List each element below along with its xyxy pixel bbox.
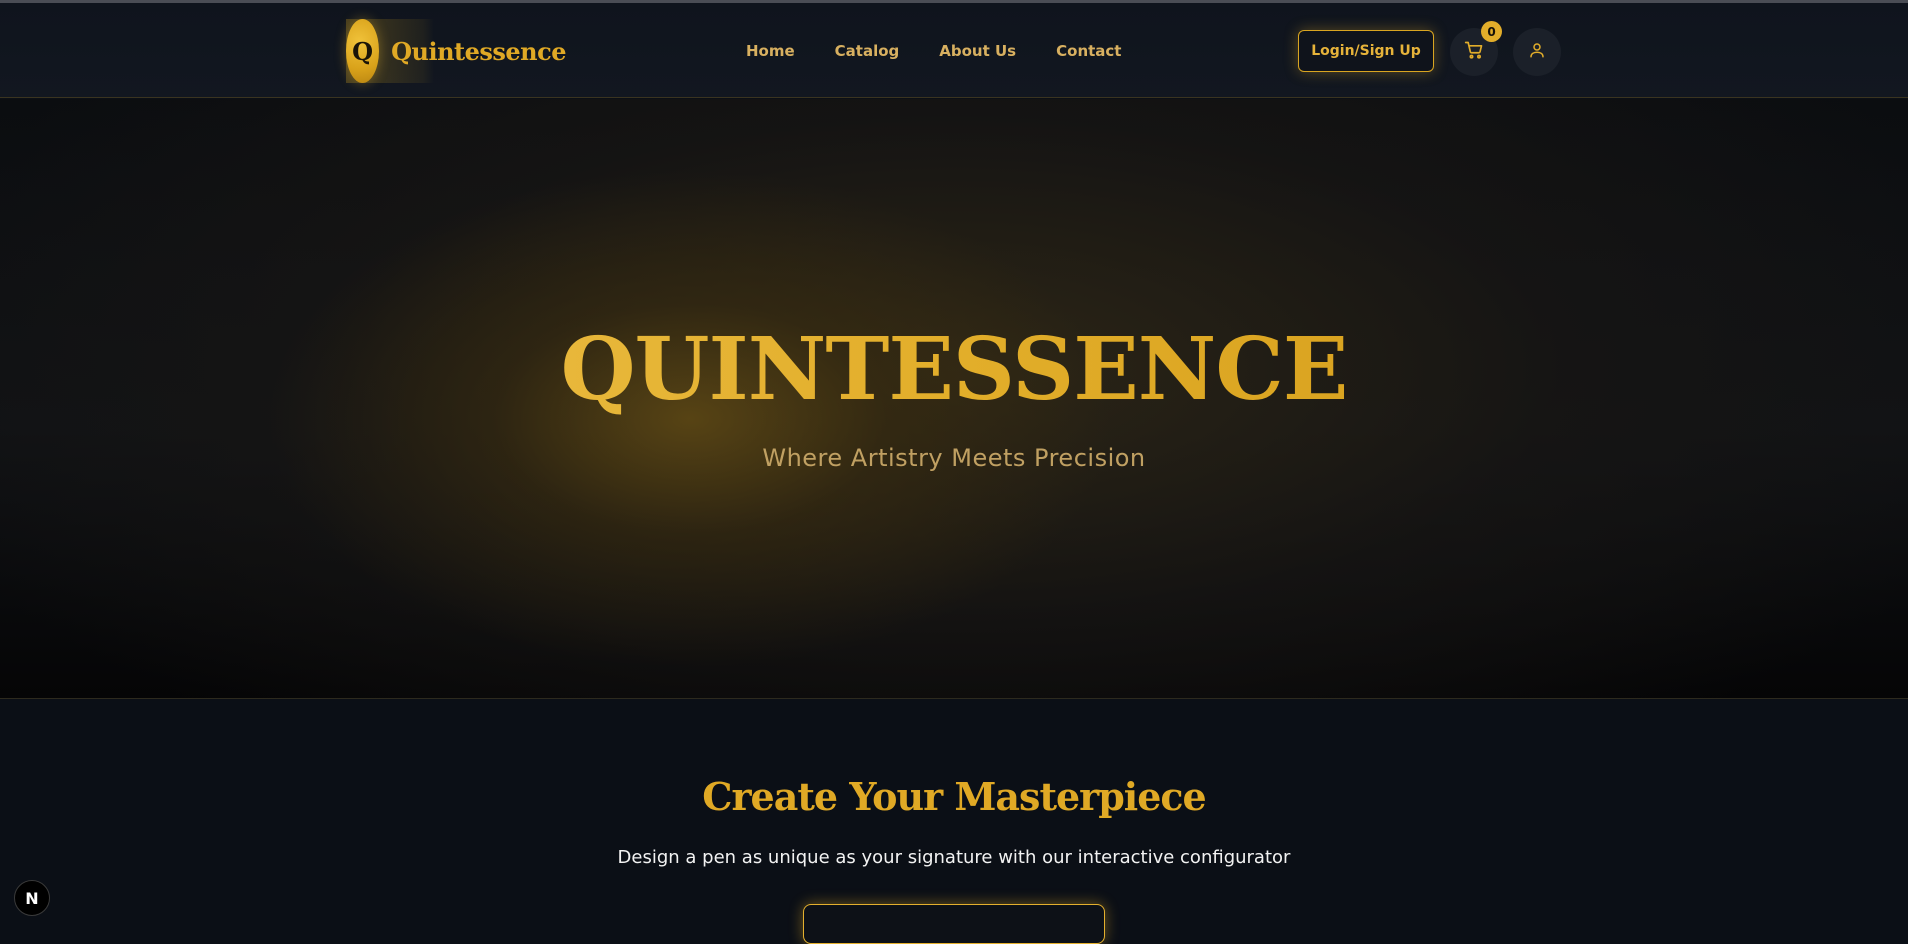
brand-name: Quintessence [391,36,566,66]
configurator-cta-button[interactable] [803,904,1105,944]
navbar: Q Quintessence Home Catalog About Us Con… [0,3,1908,98]
user-account-button[interactable] [1513,28,1561,76]
create-masterpiece-section: Create Your Masterpiece Design a pen as … [0,700,1908,944]
floating-n-badge[interactable]: N [14,880,50,916]
section-description: Design a pen as unique as your signature… [617,847,1291,868]
cart-count-badge: 0 [1481,21,1502,42]
nav-link-about-us[interactable]: About Us [939,42,1016,60]
nav-link-contact[interactable]: Contact [1056,42,1121,60]
main-nav: Home Catalog About Us Contact [746,3,1161,98]
section-title: Create Your Masterpiece [702,774,1206,819]
user-icon [1528,41,1546,63]
brand-logo[interactable]: Q Quintessence [346,19,566,83]
hero-section: QUINTESSENCE Where Artistry Meets Precis… [0,99,1908,699]
brand-badge: Q [346,19,380,83]
cart-icon [1464,40,1484,64]
hero-title: QUINTESSENCE [0,319,1908,420]
login-signup-button[interactable]: Login/Sign Up [1298,30,1434,72]
nav-link-home[interactable]: Home [746,42,795,60]
hero-subtitle: Where Artistry Meets Precision [762,444,1146,472]
nav-link-catalog[interactable]: Catalog [835,42,900,60]
